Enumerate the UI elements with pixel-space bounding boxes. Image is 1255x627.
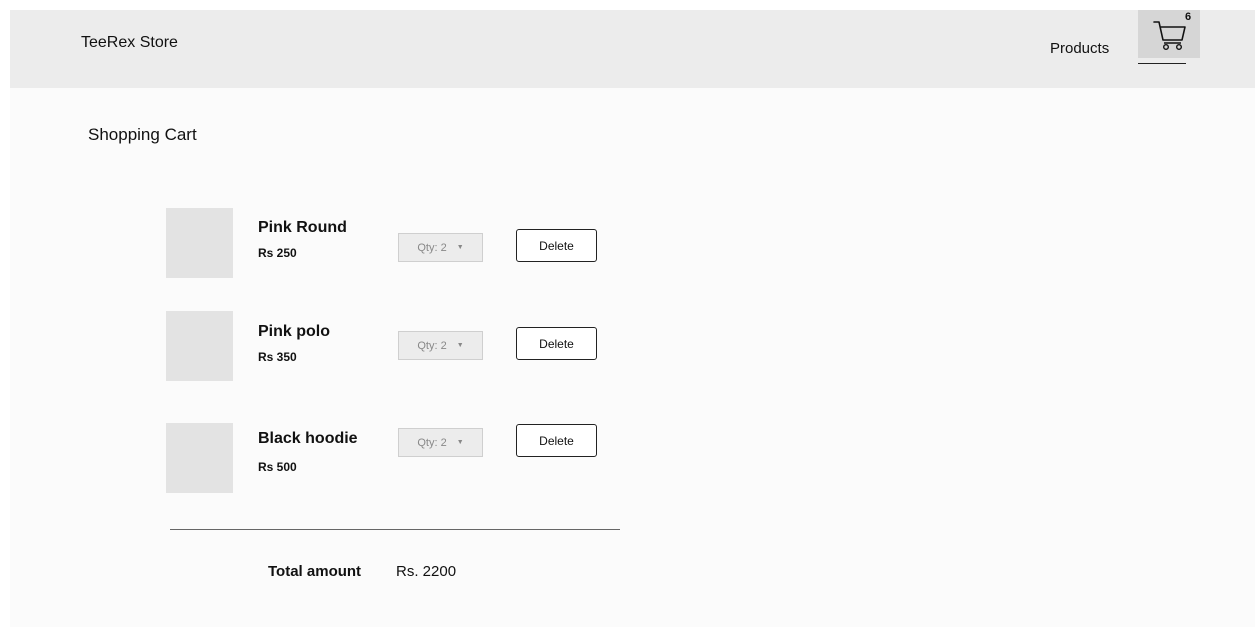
quantity-value: Qty: 2 <box>417 436 447 449</box>
quantity-value: Qty: 2 <box>417 241 447 254</box>
cart-item: Pink polo Rs 350 Qty: 2 ▼ Delete <box>166 311 626 383</box>
total-amount-value: Rs. 2200 <box>396 563 457 580</box>
page: TeeRex Store Products 6 Shopping Cart Pi… <box>0 0 1255 627</box>
product-name: Pink Round <box>258 219 347 236</box>
total-amount-label: Total amount <box>268 563 362 580</box>
shopping-cart-icon <box>1153 21 1186 51</box>
active-nav-underline <box>1138 63 1186 64</box>
quantity-select[interactable]: Qty: 2 ▼ <box>398 331 483 360</box>
product-thumbnail <box>166 208 233 278</box>
nav-link-products[interactable]: Products <box>1050 40 1109 57</box>
delete-button[interactable]: Delete <box>516 424 597 457</box>
product-thumbnail <box>166 423 233 493</box>
chevron-down-icon: ▼ <box>456 244 464 251</box>
delete-button[interactable]: Delete <box>516 327 597 360</box>
product-thumbnail <box>166 311 233 381</box>
chevron-down-icon: ▼ <box>456 439 464 446</box>
cart-item: Black hoodie Rs 500 Qty: 2 ▼ Delete <box>166 423 626 495</box>
product-name: Black hoodie <box>258 430 358 447</box>
quantity-select[interactable]: Qty: 2 ▼ <box>398 233 483 262</box>
cart-item: Pink Round Rs 250 Qty: 2 ▼ Delete <box>166 208 626 280</box>
cart-count-badge: 6 <box>1185 11 1192 23</box>
product-price: Rs 350 <box>258 350 297 364</box>
product-price: Rs 500 <box>258 460 297 474</box>
divider <box>170 529 620 530</box>
product-price: Rs 250 <box>258 246 297 260</box>
delete-button[interactable]: Delete <box>516 229 597 262</box>
quantity-value: Qty: 2 <box>417 339 447 352</box>
product-name: Pink polo <box>258 323 330 340</box>
page-title: Shopping Cart <box>88 125 197 144</box>
brand-logo-text[interactable]: TeeRex Store <box>81 34 178 52</box>
chevron-down-icon: ▼ <box>456 342 464 349</box>
quantity-select[interactable]: Qty: 2 ▼ <box>398 428 483 457</box>
